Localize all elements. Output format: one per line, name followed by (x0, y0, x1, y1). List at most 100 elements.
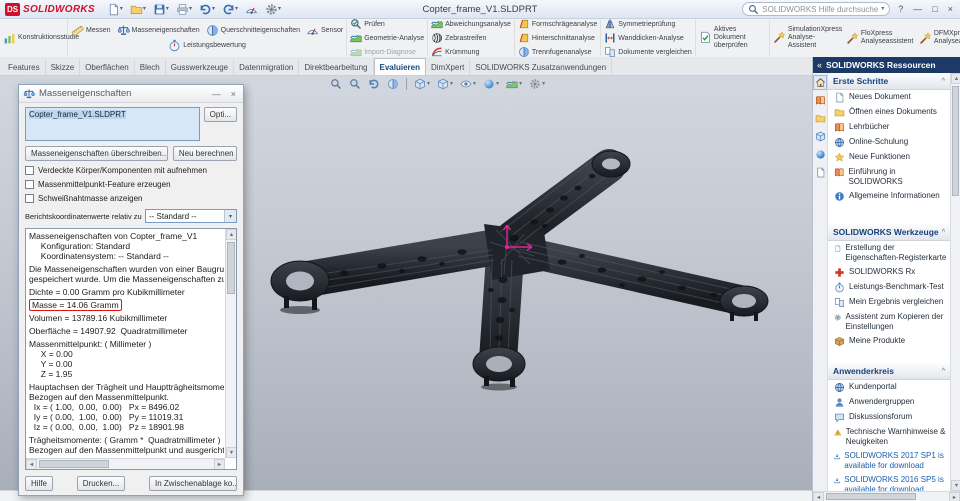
new-document-button[interactable]: ▾ (105, 1, 125, 17)
tab-sheet-metal[interactable]: Blech (135, 59, 166, 75)
tab-direct-editing[interactable]: Direktbearbeitung (299, 59, 374, 75)
tab-dimxpert[interactable]: DimXpert (426, 59, 471, 75)
options-button[interactable]: Opti... (203, 107, 237, 122)
link-copy-settings-wizard[interactable]: Assistent zum Kopieren der Einstellungen (828, 310, 950, 334)
close-button[interactable]: × (946, 4, 955, 14)
link-solidworks-rx[interactable]: SOLIDWORKS Rx (828, 265, 950, 280)
task-pane-horizontal-scrollbar[interactable]: ◄ ► (813, 491, 960, 501)
measure-button[interactable]: Messen (71, 24, 111, 37)
scroll-down-icon[interactable]: ▼ (226, 447, 236, 458)
link-download-2016-sp5[interactable]: SOLIDWORKS 2016 SP5 is available for dow… (828, 473, 950, 491)
link-open-document[interactable]: Öffnen eines Dokuments (828, 105, 950, 120)
checkbox-create-com-feature[interactable]: Massenmittelpunkt-Feature erzeugen (25, 180, 237, 189)
tab-solidworks-resources[interactable] (813, 75, 827, 90)
simulationxpress-button[interactable]: SimulationXpress Analyse-Assistent (773, 26, 842, 49)
scroll-thumb[interactable] (227, 242, 235, 294)
maximize-button[interactable]: □ (930, 4, 939, 14)
check-active-document-button[interactable]: Aktives Dokument überprüfen (699, 26, 766, 49)
link-general-information[interactable]: Allgemeine Informationen (828, 189, 950, 204)
scroll-right-icon[interactable]: ► (214, 459, 225, 469)
edit-appearance-button[interactable]: ▾ (483, 78, 499, 90)
view-settings-button[interactable]: ▾ (529, 78, 545, 90)
scroll-up-icon[interactable]: ▲ (951, 73, 960, 84)
previous-view-button[interactable] (368, 78, 380, 90)
tab-sketch[interactable]: Skizze (46, 59, 81, 75)
dfmxpress-button[interactable]: DFMXpress Analyseassistent (919, 30, 960, 46)
design-study-button[interactable]: Konstruktionsstudie (3, 32, 79, 45)
save-button[interactable]: ▾ (151, 1, 171, 17)
tab-features[interactable]: Features (3, 59, 46, 75)
scroll-thumb[interactable] (39, 460, 109, 468)
tab-appearances-scenes[interactable] (813, 147, 827, 162)
link-new-document[interactable]: Neues Dokument (828, 90, 950, 105)
rebuild-button[interactable] (243, 1, 260, 17)
symmetry-check-button[interactable]: Symmetrieprüfung (604, 19, 692, 30)
tab-view-palette[interactable] (813, 129, 827, 144)
scroll-up-icon[interactable]: ▲ (226, 229, 236, 240)
options-button-titlebar[interactable]: ▾ (263, 1, 283, 17)
scroll-thumb[interactable] (952, 86, 959, 196)
link-my-products[interactable]: Meine Produkte (828, 334, 950, 349)
link-performance-benchmark[interactable]: Leistungs-Benchmark-Test (828, 280, 950, 295)
apply-scene-button[interactable]: ▾ (506, 78, 522, 90)
tab-evaluate[interactable]: Evaluieren (373, 58, 426, 75)
report-vertical-scrollbar[interactable]: ▲ ▼ (225, 229, 236, 458)
help-search-input[interactable]: SOLIDWORKS Hilfe durchsuchen ▾ (742, 2, 891, 16)
section-solidworks-tools[interactable]: SOLIDWORKS Werkzeuge ^ (828, 224, 950, 241)
scroll-left-icon[interactable]: ◄ (813, 492, 824, 501)
sensor-button[interactable]: Sensor (306, 24, 343, 37)
scroll-track[interactable] (37, 459, 214, 469)
task-pane-vertical-scrollbar[interactable]: ▲ ▼ (950, 73, 960, 491)
minimize-button[interactable]: — (911, 4, 924, 14)
display-style-button[interactable]: ▾ (437, 78, 453, 90)
parting-line-analysis-button[interactable]: Trennfugenanalyse (518, 46, 597, 57)
mass-properties-button[interactable]: Masseneigenschaften (117, 24, 200, 37)
draft-analysis-button[interactable]: Formschrägeanalyse (518, 19, 597, 30)
section-properties-button[interactable]: Querschnitteigenschaften (206, 24, 300, 37)
tab-data-migration[interactable]: Datenmigration (234, 59, 300, 75)
geometry-analysis-button[interactable]: Geometrie-Analyse (350, 32, 424, 44)
tab-custom-properties[interactable] (813, 165, 827, 180)
zoom-fit-button[interactable] (330, 78, 342, 90)
link-download-2017-sp1[interactable]: SOLIDWORKS 2017 SP1 is available for dow… (828, 449, 950, 473)
tab-addins[interactable]: SOLIDWORKS Zusatzanwendungen (470, 59, 613, 75)
floxpress-button[interactable]: FloXpress Analyseassistent (846, 30, 915, 46)
scroll-left-icon[interactable]: ◄ (26, 459, 37, 469)
import-diagnostics-button[interactable]: Import-Diagnose (350, 46, 424, 57)
scroll-down-icon[interactable]: ▼ (951, 480, 960, 491)
link-user-groups[interactable]: Anwendergruppen (828, 395, 950, 410)
report-horizontal-scrollbar[interactable]: ◄ ► (26, 458, 225, 469)
link-whats-new[interactable]: Neue Funktionen (828, 150, 950, 165)
dialog-close-button[interactable]: × (228, 89, 239, 99)
scroll-track[interactable] (951, 84, 960, 480)
tab-file-explorer[interactable] (813, 111, 827, 126)
link-online-training[interactable]: Online-Schulung (828, 135, 950, 150)
zoom-area-button[interactable] (349, 78, 361, 90)
link-introducing-solidworks[interactable]: Einführung in SOLIDWORKS (828, 165, 950, 189)
section-view-button[interactable] (387, 78, 399, 90)
view-orientation-button[interactable]: ▾ (414, 78, 430, 90)
hide-show-items-button[interactable]: ▾ (460, 78, 476, 90)
section-community[interactable]: Anwenderkreis ^ (828, 363, 950, 380)
section-getting-started[interactable]: Erste Schritte ^ (828, 73, 950, 90)
performance-evaluation-button[interactable]: Leistungsbewertung (168, 39, 246, 52)
undercut-analysis-button[interactable]: Hinterschnittanalyse (518, 32, 597, 44)
link-customer-portal[interactable]: Kundenportal (828, 380, 950, 395)
print-button-dialog[interactable]: Drucken... (76, 476, 126, 491)
checkbox-include-hidden-bodies[interactable]: Verdeckte Körper/Komponenten mit aufnehm… (25, 166, 237, 175)
coordinate-system-select[interactable]: -- Standard -- ▾ (145, 209, 237, 223)
help-button-dialog[interactable]: Hilfe (25, 476, 54, 491)
dialog-minimize-button[interactable]: — (209, 89, 224, 99)
redo-button[interactable]: ▾ (220, 1, 240, 17)
checkbox-show-weld-mass[interactable]: Schweißnahtmasse anzeigen (25, 194, 237, 203)
curvature-button[interactable]: Krümmung (431, 46, 511, 57)
compare-documents-button[interactable]: Dokumente vergleichen (604, 46, 692, 57)
scroll-right-icon[interactable]: ► (949, 492, 960, 501)
tab-mold-tools[interactable]: Gusswerkzeuge (166, 59, 235, 75)
mass-properties-report[interactable]: Masseneigenschaften von Copter_frame_V1 … (25, 228, 237, 470)
open-document-button[interactable]: ▾ (128, 1, 148, 17)
scroll-track[interactable] (226, 240, 236, 447)
deviation-analysis-button[interactable]: Abweichungsanalyse (431, 19, 511, 30)
override-mass-properties-button[interactable]: Masseneigenschaften überschreiben... (25, 146, 168, 161)
selected-item-field[interactable]: Copter_frame_V1.SLDPRT (25, 107, 200, 141)
